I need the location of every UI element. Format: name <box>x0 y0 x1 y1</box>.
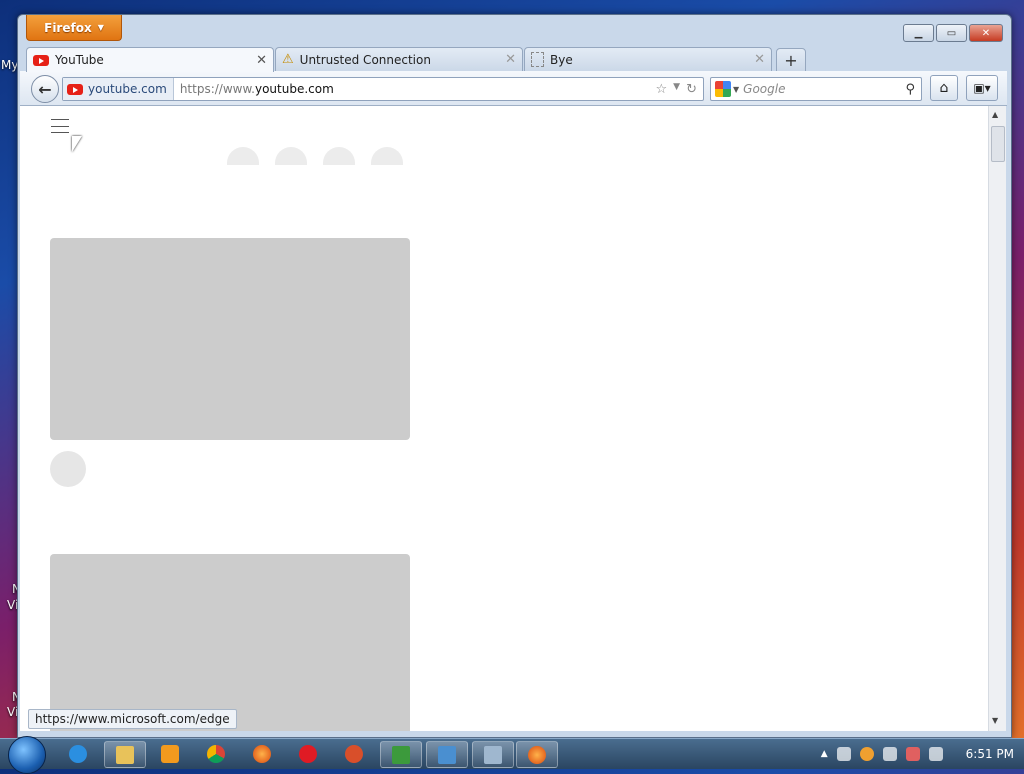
firefox-icon <box>253 744 271 763</box>
app-icon <box>438 745 456 764</box>
window-controls: ▁ ▭ ✕ <box>903 24 1003 42</box>
tray-app-icon[interactable] <box>859 747 874 761</box>
url-prefix: https://www. <box>179 82 255 96</box>
tab-close-icon[interactable]: ✕ <box>505 52 516 67</box>
vertical-scrollbar[interactable]: ▲ ▼ <box>988 106 1006 731</box>
tab-label: Bye <box>550 52 573 67</box>
url-text[interactable]: https://www.youtube.com <box>174 82 656 96</box>
opera-icon <box>299 744 317 763</box>
search-engine-dropdown-icon[interactable]: ▼ <box>733 85 739 94</box>
google-icon[interactable] <box>715 81 731 97</box>
taskbar-csharp[interactable] <box>380 741 422 768</box>
minimize-button[interactable]: ▁ <box>903 24 934 42</box>
scroll-up-icon[interactable]: ▲ <box>992 110 998 119</box>
clock[interactable]: 6:51 PM <box>966 747 1014 761</box>
app-icon <box>484 745 502 764</box>
close-button[interactable]: ✕ <box>969 24 1003 42</box>
warning-icon: ⚠ <box>282 52 294 67</box>
firefox-window: Firefox ▼ ▁ ▭ ✕ YouTube ✕ ⚠ Untrusted Co… <box>17 14 1012 738</box>
taskbar-app[interactable] <box>472 741 514 768</box>
scrollbar-thumb[interactable] <box>991 126 1005 162</box>
site-identity-label: youtube.com <box>88 82 167 96</box>
internet-explorer-icon <box>69 744 87 763</box>
site-identity-button[interactable]: youtube.com <box>63 78 174 100</box>
url-bar-icons: ☆ ▼ ↻ <box>656 82 703 97</box>
mouse-cursor-icon <box>72 136 82 152</box>
taskbar-firefox-active[interactable] <box>516 741 558 768</box>
url-bar[interactable]: youtube.com https://www.youtube.com ☆ ▼ … <box>62 77 704 101</box>
volume-icon[interactable] <box>928 747 943 761</box>
tab-strip: YouTube ✕ ⚠ Untrusted Connection ✕ Bye ✕… <box>26 47 1001 72</box>
blank-page-icon <box>531 52 544 67</box>
back-button[interactable]: ← <box>31 75 59 103</box>
loading-chip <box>323 147 355 165</box>
tab-close-icon[interactable]: ✕ <box>256 53 267 68</box>
app-icon <box>345 744 363 763</box>
maximize-button[interactable]: ▭ <box>936 24 967 42</box>
reload-icon[interactable]: ↻ <box>686 82 697 97</box>
show-hidden-icons-icon[interactable]: ▲ <box>821 749 828 759</box>
taskbar: ▲ 6:51 PM <box>0 736 1024 774</box>
history-dropdown-icon[interactable]: ▼ <box>673 82 680 97</box>
tab-close-icon[interactable]: ✕ <box>754 52 765 67</box>
status-link-url: https://www.microsoft.com/edge <box>28 709 237 729</box>
network-app-icon[interactable] <box>836 747 851 761</box>
search-icon[interactable]: ⚲ <box>905 82 915 97</box>
taskbar-opera[interactable] <box>288 741 328 766</box>
tab-youtube[interactable]: YouTube ✕ <box>26 47 274 72</box>
firefox-menu-button[interactable]: Firefox ▼ <box>26 15 122 41</box>
bookmarks-icon: ▣▾ <box>973 81 991 95</box>
video-thumbnail-placeholder[interactable] <box>50 554 410 731</box>
menu-icon[interactable] <box>51 119 69 133</box>
system-tray: ▲ 6:51 PM <box>821 739 1024 769</box>
back-arrow-icon: ← <box>38 79 52 99</box>
start-button[interactable] <box>8 736 46 774</box>
media-player-icon <box>161 744 179 763</box>
search-bar[interactable]: ▼ Google ⚲ <box>710 77 922 101</box>
loading-chip <box>275 147 307 165</box>
youtube-icon <box>33 54 49 66</box>
taskbar-chrome[interactable] <box>196 741 236 766</box>
loading-chip <box>227 147 259 165</box>
desktop-icon-label[interactable]: My <box>1 58 18 72</box>
youtube-icon <box>67 83 83 95</box>
chrome-icon <box>207 744 225 763</box>
search-input[interactable]: Google <box>743 82 905 96</box>
page-content: https://www.microsoft.com/edge <box>20 106 988 731</box>
navigation-bar: ← youtube.com https://www.youtube.com ☆ … <box>20 71 1007 106</box>
tab-bye[interactable]: Bye ✕ <box>524 47 772 71</box>
taskbar-firefox[interactable] <box>242 741 282 766</box>
scroll-down-icon[interactable]: ▼ <box>992 716 998 725</box>
url-domain: youtube.com <box>254 82 334 96</box>
firefox-menu-label: Firefox <box>44 20 92 35</box>
action-center-icon[interactable] <box>882 747 897 761</box>
tab-label: Untrusted Connection <box>299 52 431 67</box>
bookmarks-button[interactable]: ▣▾ <box>966 75 998 101</box>
taskbar-media-player[interactable] <box>150 741 190 766</box>
channel-avatar-placeholder <box>50 451 86 487</box>
file-explorer-icon <box>116 745 134 764</box>
taskbar-app[interactable] <box>426 741 468 768</box>
tab-untrusted-connection[interactable]: ⚠ Untrusted Connection ✕ <box>275 47 523 71</box>
firefox-icon <box>528 745 546 764</box>
video-thumbnail-placeholder[interactable] <box>50 238 410 440</box>
tab-label: YouTube <box>55 53 104 67</box>
new-tab-button[interactable]: + <box>776 48 806 72</box>
taskbar-file-explorer[interactable] <box>104 741 146 768</box>
bookmark-star-icon[interactable]: ☆ <box>656 82 668 97</box>
taskbar-internet-explorer[interactable] <box>58 741 98 766</box>
home-button[interactable]: ⌂ <box>930 75 958 101</box>
loading-chip <box>371 147 403 165</box>
taskbar-app[interactable] <box>334 741 374 766</box>
home-icon: ⌂ <box>939 80 949 96</box>
dropdown-caret-icon: ▼ <box>97 23 104 32</box>
csharp-icon <box>392 745 410 764</box>
network-disconnected-icon[interactable] <box>905 747 920 761</box>
